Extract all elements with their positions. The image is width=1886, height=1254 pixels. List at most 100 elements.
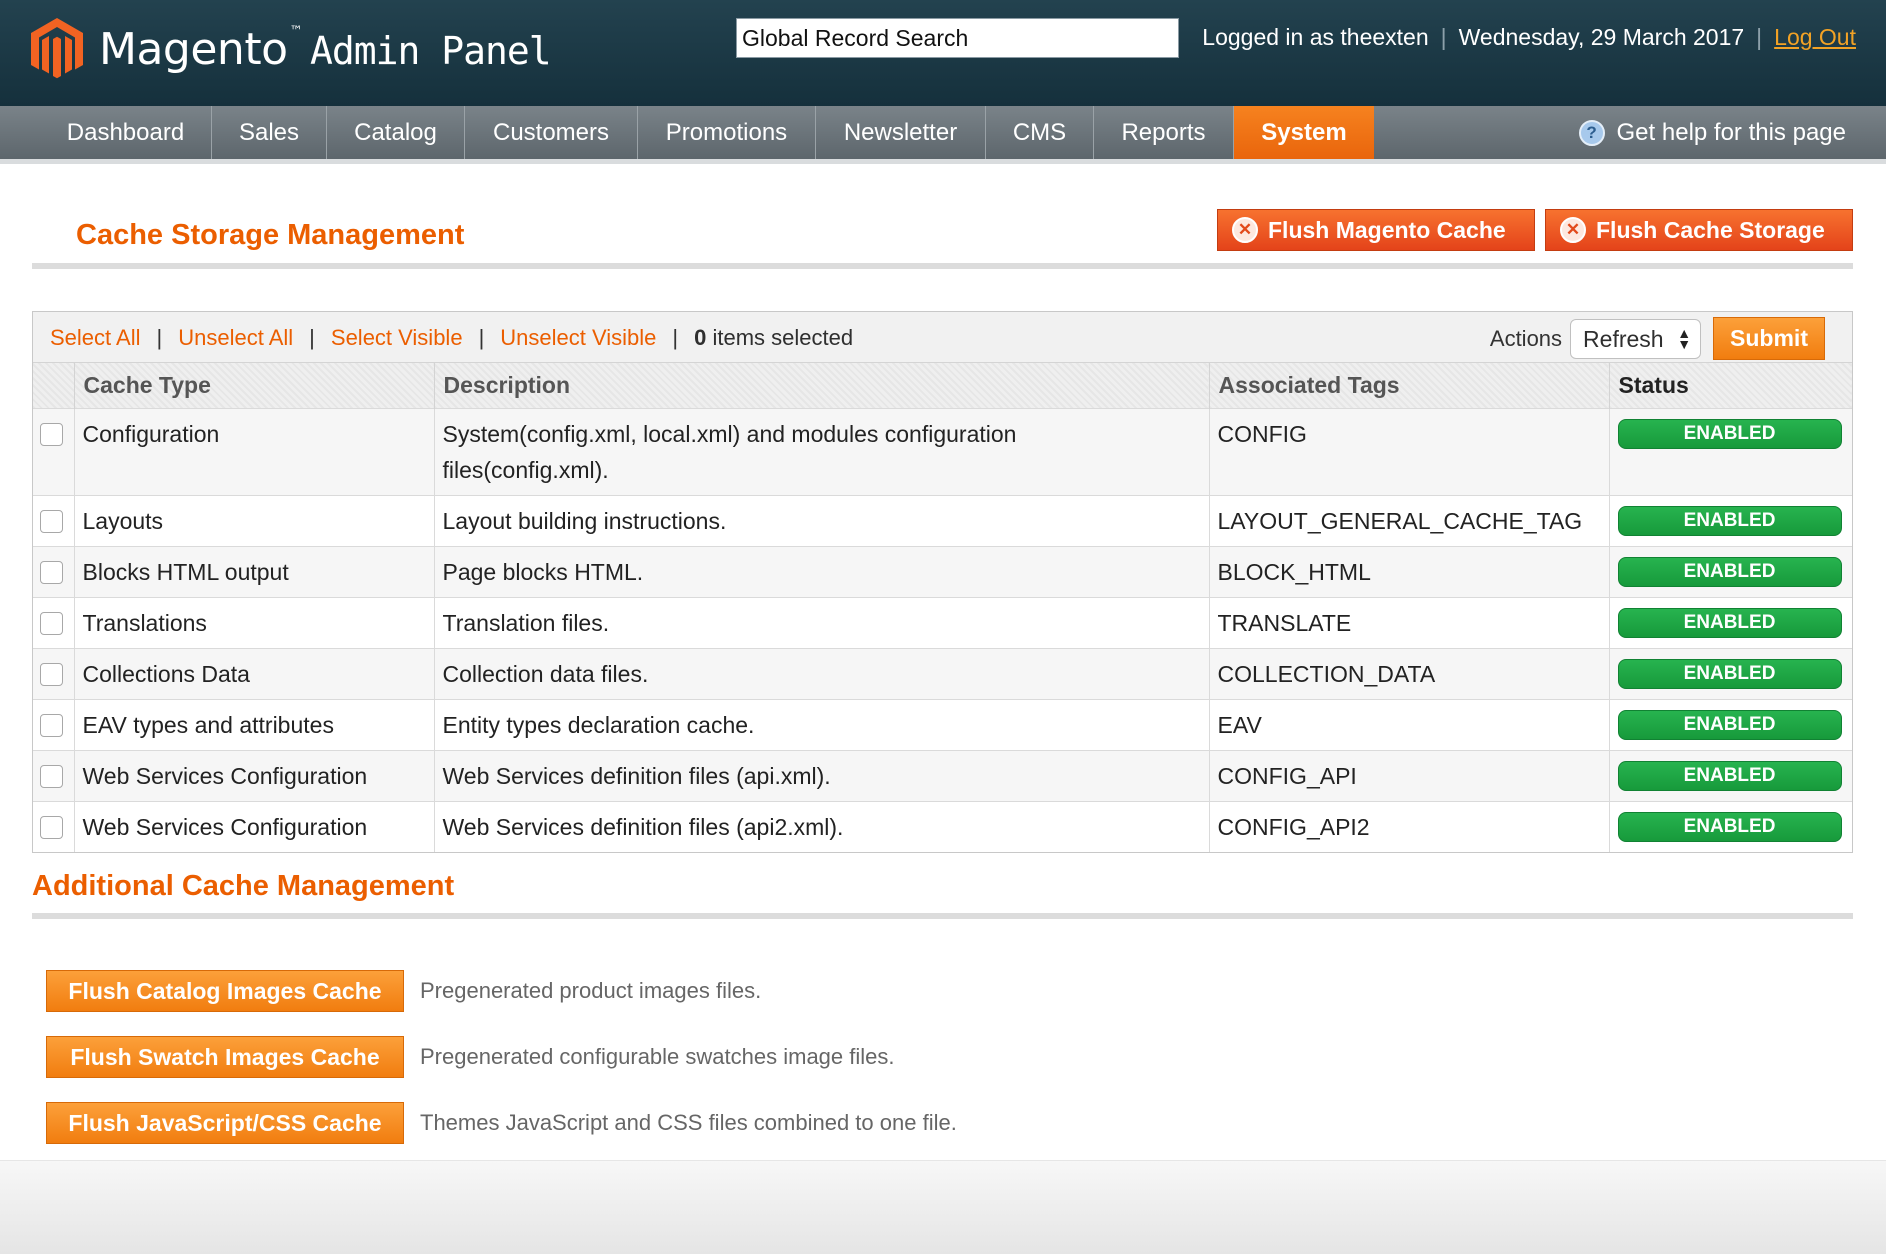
nav-cms[interactable]: CMS <box>986 106 1094 159</box>
massaction-actions: Actions Refresh ▲ ▼ Submit <box>1490 317 1825 360</box>
column-header-description[interactable]: Description <box>434 363 1210 408</box>
flush-magento-cache-button[interactable]: ✕ Flush Magento Cache <box>1217 209 1535 251</box>
description-cell: Translation files. <box>434 596 1210 648</box>
cache-type-cell: Web Services Configuration <box>74 749 435 801</box>
additional-row: Flush Catalog Images Cache Pregenerated … <box>46 970 761 1012</box>
row-select-cell <box>33 647 75 699</box>
flush-catalog-images-button[interactable]: Flush Catalog Images Cache <box>46 970 404 1012</box>
nav-promotions[interactable]: Promotions <box>638 106 816 159</box>
flush-cache-storage-button[interactable]: ✕ Flush Cache Storage <box>1545 209 1853 251</box>
row-select-cell <box>33 407 75 495</box>
table-row: Blocks HTML output Page blocks HTML. BLO… <box>33 545 1852 597</box>
cache-type-cell: Translations <box>74 596 435 648</box>
tags-cell: TRANSLATE <box>1209 596 1610 648</box>
tags-cell: CONFIG <box>1209 407 1610 495</box>
cache-type-cell: Web Services Configuration <box>74 800 435 852</box>
tags-cell: COLLECTION_DATA <box>1209 647 1610 699</box>
status-cell: ENABLED <box>1609 545 1852 597</box>
table-row: Translations Translation files. TRANSLAT… <box>33 596 1852 648</box>
table-row: Configuration System(config.xml, local.x… <box>33 407 1852 495</box>
logout-link[interactable]: Log Out <box>1774 24 1856 51</box>
description-cell: Page blocks HTML. <box>434 545 1210 597</box>
tags-cell: CONFIG_API2 <box>1209 800 1610 852</box>
nav-system[interactable]: System <box>1234 106 1374 159</box>
separator: | <box>1440 24 1447 50</box>
cache-type-cell: Collections Data <box>74 647 435 699</box>
row-checkbox[interactable] <box>40 560 63 584</box>
additional-description: Pregenerated product images files. <box>420 978 762 1003</box>
description-cell: Layout building instructions. <box>434 494 1210 546</box>
status-badge: ENABLED <box>1617 760 1842 791</box>
select-visible-link[interactable]: Select Visible <box>331 325 463 351</box>
main-nav: Dashboard Sales Catalog Customers Promot… <box>0 106 1886 164</box>
logo-text: Magento ™ Admin Panel <box>99 23 552 75</box>
row-checkbox[interactable] <box>40 422 63 446</box>
status-cell: ENABLED <box>1609 800 1852 852</box>
status-cell: ENABLED <box>1609 698 1852 750</box>
select-column-header <box>33 363 75 408</box>
separator: | <box>156 325 163 350</box>
cache-type-cell: Layouts <box>74 494 435 546</box>
status-cell: ENABLED <box>1609 647 1852 699</box>
cache-type-cell: EAV types and attributes <box>74 698 435 750</box>
table-row: Web Services Configuration Web Services … <box>33 800 1852 852</box>
nav-dashboard[interactable]: Dashboard <box>40 106 212 159</box>
description-cell: Web Services definition files (api.xml). <box>434 749 1210 801</box>
divider <box>32 263 1853 269</box>
row-checkbox[interactable] <box>40 815 63 839</box>
nav-customers[interactable]: Customers <box>465 106 638 159</box>
help-icon: ? <box>1578 119 1605 146</box>
items-selected-count: 0 items selected <box>694 325 854 350</box>
column-header-tags[interactable]: Associated Tags <box>1209 363 1610 408</box>
nav-newsletter[interactable]: Newsletter <box>816 106 986 159</box>
nav-reports[interactable]: Reports <box>1094 106 1234 159</box>
cache-table: Cache Type Description Associated Tags S… <box>33 363 1852 852</box>
actions-label: Actions <box>1489 325 1563 351</box>
flush-js-css-button[interactable]: Flush JavaScript/CSS Cache <box>46 1102 404 1144</box>
help-link[interactable]: ? Get help for this page <box>1578 106 1846 159</box>
status-badge: ENABLED <box>1617 811 1842 842</box>
row-select-cell <box>33 749 75 801</box>
nav-sales[interactable]: Sales <box>212 106 327 159</box>
additional-section-title: Additional Cache Management <box>32 870 455 902</box>
cache-type-cell: Configuration <box>74 407 435 495</box>
description-cell: Collection data files. <box>434 647 1210 699</box>
flush-cache-storage-label: Flush Cache Storage <box>1596 216 1825 243</box>
cache-type-cell: Blocks HTML output <box>74 545 435 597</box>
flush-magento-cache-label: Flush Magento Cache <box>1268 216 1506 243</box>
description-cell: System(config.xml, local.xml) and module… <box>434 407 1210 495</box>
logged-in-text: Logged in as theexten <box>1202 24 1429 50</box>
row-select-cell <box>33 545 75 597</box>
nav-catalog[interactable]: Catalog <box>327 106 465 159</box>
column-header-cache-type[interactable]: Cache Type <box>74 363 435 408</box>
row-checkbox[interactable] <box>40 713 63 737</box>
row-checkbox[interactable] <box>40 509 63 533</box>
separator: | <box>672 325 679 350</box>
status-badge: ENABLED <box>1617 658 1842 689</box>
header: Magento™Admin Panel Logged in as theexte… <box>0 0 1886 106</box>
column-header-status[interactable]: Status <box>1609 363 1852 408</box>
magento-logo[interactable]: Magento ™ Admin Panel <box>29 16 552 82</box>
global-search-input[interactable] <box>736 18 1179 58</box>
unselect-all-link[interactable]: Unselect All <box>178 325 293 351</box>
tags-cell: EAV <box>1209 698 1610 750</box>
actions-select-value: Refresh <box>1583 325 1664 352</box>
unselect-visible-link[interactable]: Unselect Visible <box>500 325 656 351</box>
select-all-link[interactable]: Select All <box>50 325 141 351</box>
table-row: Collections Data Collection data files. … <box>33 647 1852 699</box>
additional-description: Pregenerated configurable swatches image… <box>420 1044 895 1069</box>
flush-swatch-images-button[interactable]: Flush Swatch Images Cache <box>46 1036 404 1078</box>
status-cell: ENABLED <box>1609 749 1852 801</box>
row-checkbox[interactable] <box>40 764 63 788</box>
separator: | <box>478 325 485 350</box>
status-cell: ENABLED <box>1609 494 1852 546</box>
tags-cell: LAYOUT_GENERAL_CACHE_TAG <box>1209 494 1610 546</box>
magento-logo-icon <box>31 18 83 79</box>
actions-select[interactable]: Refresh ▲ ▼ <box>1570 318 1702 359</box>
row-checkbox[interactable] <box>40 611 63 635</box>
date-text: Wednesday, 29 March 2017 <box>1458 24 1745 50</box>
row-select-cell <box>33 698 75 750</box>
submit-button[interactable]: Submit <box>1713 317 1825 360</box>
row-checkbox[interactable] <box>40 662 63 686</box>
table-header-row: Cache Type Description Associated Tags S… <box>33 363 1852 408</box>
